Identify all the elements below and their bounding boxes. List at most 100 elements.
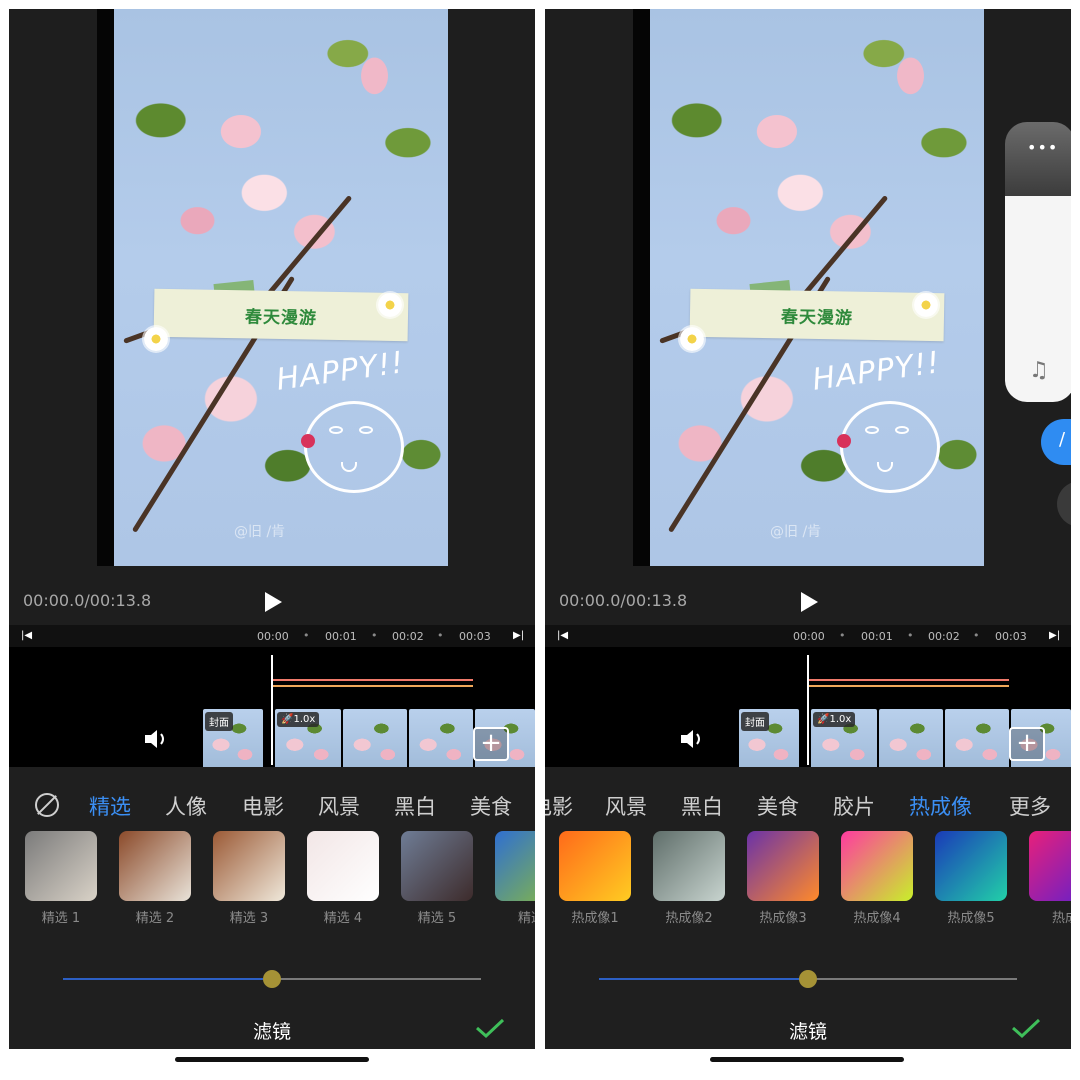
category-tab[interactable]: 电影 [242, 791, 284, 821]
playhead[interactable] [271, 655, 273, 765]
sticker-banner[interactable]: 春天漫游 [689, 288, 945, 342]
cover-clip[interactable]: 封面 [739, 709, 799, 774]
volume-icon[interactable] [143, 727, 171, 751]
filter-thumbnail[interactable] [841, 831, 913, 901]
video-frame[interactable]: 春天漫游 HAPPY!! @旧 /肯 [633, 9, 984, 566]
category-tab[interactable]: 人像 [165, 791, 207, 821]
category-tab[interactable]: 风景 [605, 791, 647, 821]
pill-glyph: / [1059, 429, 1066, 450]
filter-label: 热成像5 [947, 911, 995, 926]
speed-badge[interactable]: 🚀1.0x [813, 712, 856, 727]
video-preview-area: 春天漫游 HAPPY!! @旧 /肯 [545, 9, 1071, 579]
music-note-icon[interactable]: ♫ [1029, 358, 1049, 383]
filter-label: 热成像4 [853, 911, 901, 926]
no-filter-icon[interactable] [35, 793, 59, 817]
smiley-face-sticker[interactable] [837, 401, 940, 493]
floating-side-panel[interactable]: ••• ♫ [1005, 122, 1071, 402]
audio-track-line[interactable] [273, 685, 473, 687]
sticker-banner[interactable]: 春天漫游 [153, 288, 409, 342]
skip-to-start-icon[interactable]: |◀ [21, 630, 32, 641]
play-icon[interactable] [265, 592, 282, 612]
audio-track-line[interactable] [273, 679, 473, 681]
speed-badge[interactable]: 🚀1.0x [277, 712, 320, 727]
video-clip[interactable] [879, 709, 943, 774]
strength-slider-knob[interactable] [799, 970, 817, 988]
playhead[interactable] [807, 655, 809, 765]
strength-slider-knob[interactable] [263, 970, 281, 988]
video-clip[interactable] [945, 709, 1009, 774]
confirm-check-icon[interactable] [475, 1017, 505, 1039]
confirm-check-icon[interactable] [1011, 1017, 1041, 1039]
smiley-face-sticker[interactable] [301, 401, 404, 493]
audio-track-line[interactable] [809, 679, 1009, 681]
category-tab[interactable]: 更多 [1009, 791, 1051, 821]
video-clip[interactable]: 🚀1.0x [275, 709, 341, 774]
ruler-tick: 00:03 [459, 630, 491, 643]
filter-thumbnail[interactable] [495, 831, 535, 901]
video-clip[interactable] [409, 709, 473, 774]
category-tab[interactable]: 美食 [757, 791, 799, 821]
add-clip-button[interactable]: + [473, 727, 509, 761]
filter-label: 精选 1 [41, 911, 81, 926]
daisy-icon [914, 293, 938, 317]
side-panel-header[interactable]: ••• [1005, 122, 1071, 196]
strength-slider-track[interactable] [271, 978, 481, 980]
filter-thumbnail[interactable] [213, 831, 285, 901]
volume-icon[interactable] [679, 727, 707, 751]
skip-to-start-icon[interactable]: |◀ [557, 630, 568, 641]
strength-slider-track[interactable] [807, 978, 1017, 980]
category-tab[interactable]: 黑白 [681, 791, 723, 821]
category-tab[interactable]: 精选 [89, 791, 131, 821]
ruler-tick: 00:00 [257, 630, 289, 643]
filter-thumbnail[interactable] [25, 831, 97, 901]
more-dots-icon[interactable]: ••• [1027, 138, 1058, 157]
happy-sticker[interactable]: HAPPY!! [810, 345, 942, 398]
skip-to-end-icon[interactable]: ▶| [1049, 630, 1060, 641]
ruler-tick: 00:00 [793, 630, 825, 643]
time-display: 00:00.0/00:13.8 [23, 591, 152, 610]
watermark-text: @旧 /肯 [770, 524, 822, 540]
timeline-tracks[interactable]: 封面 🚀1.0x + [545, 647, 1071, 774]
category-tab[interactable]: 风景 [318, 791, 360, 821]
category-tab[interactable]: 黑白 [394, 791, 436, 821]
filter-thumbnail[interactable] [307, 831, 379, 901]
filter-thumbnail[interactable] [559, 831, 631, 901]
skip-to-end-icon[interactable]: ▶| [513, 630, 524, 641]
audio-track-line[interactable] [809, 685, 1009, 687]
preview-photo: 春天漫游 HAPPY!! @旧 /肯 [650, 9, 984, 566]
add-clip-button[interactable]: + [1009, 727, 1045, 761]
video-clip[interactable]: 🚀1.0x [811, 709, 877, 774]
timeline-ruler: |◀ 00:00 • 00:01 • 00:02 • 00:03 ▶| [545, 625, 1071, 647]
filter-label: 精选 3 [229, 911, 269, 926]
daisy-icon [680, 327, 704, 351]
filter-label: 热成像3 [759, 911, 807, 926]
ruler-tick: 00:03 [995, 630, 1027, 643]
filter-thumbnail[interactable] [401, 831, 473, 901]
video-clip[interactable] [343, 709, 407, 774]
video-frame[interactable]: 春天漫游 HAPPY!! @旧 /肯 [97, 9, 448, 566]
filter-label: 精选 2 [135, 911, 175, 926]
category-tab[interactable]: 热成像 [909, 791, 972, 821]
strength-slider-fill[interactable] [63, 978, 271, 980]
home-indicator-left [175, 1057, 369, 1062]
video-preview-area: 春天漫游 HAPPY!! @旧 /肯 [9, 9, 535, 579]
filter-thumbnail[interactable] [1029, 831, 1071, 901]
watermark-text: @旧 /肯 [234, 524, 286, 540]
filter-thumbnail[interactable] [653, 831, 725, 901]
cover-badge: 封面 [205, 712, 233, 731]
filter-thumbnail[interactable] [119, 831, 191, 901]
timeline-tracks[interactable]: 封面 🚀1.0x + [9, 647, 535, 774]
happy-sticker[interactable]: HAPPY!! [274, 345, 406, 398]
playback-bar: 00:00.0/00:13.8 [545, 579, 1071, 625]
filter-label: 精选 5 [417, 911, 457, 926]
strength-slider-fill[interactable] [599, 978, 807, 980]
category-tab[interactable]: 美食 [470, 791, 512, 821]
play-icon[interactable] [801, 592, 818, 612]
editor-screen-left: 春天漫游 HAPPY!! @旧 /肯 00:00.0/00:13.8 |◀ 00… [9, 9, 535, 1049]
category-tab[interactable]: 胶片 [833, 791, 875, 821]
filter-thumbnail[interactable] [747, 831, 819, 901]
category-tab[interactable]: 电影 [545, 791, 573, 821]
cover-clip[interactable]: 封面 [203, 709, 263, 774]
filter-thumbnail[interactable] [935, 831, 1007, 901]
filter-label: 精选 4 [323, 911, 363, 926]
